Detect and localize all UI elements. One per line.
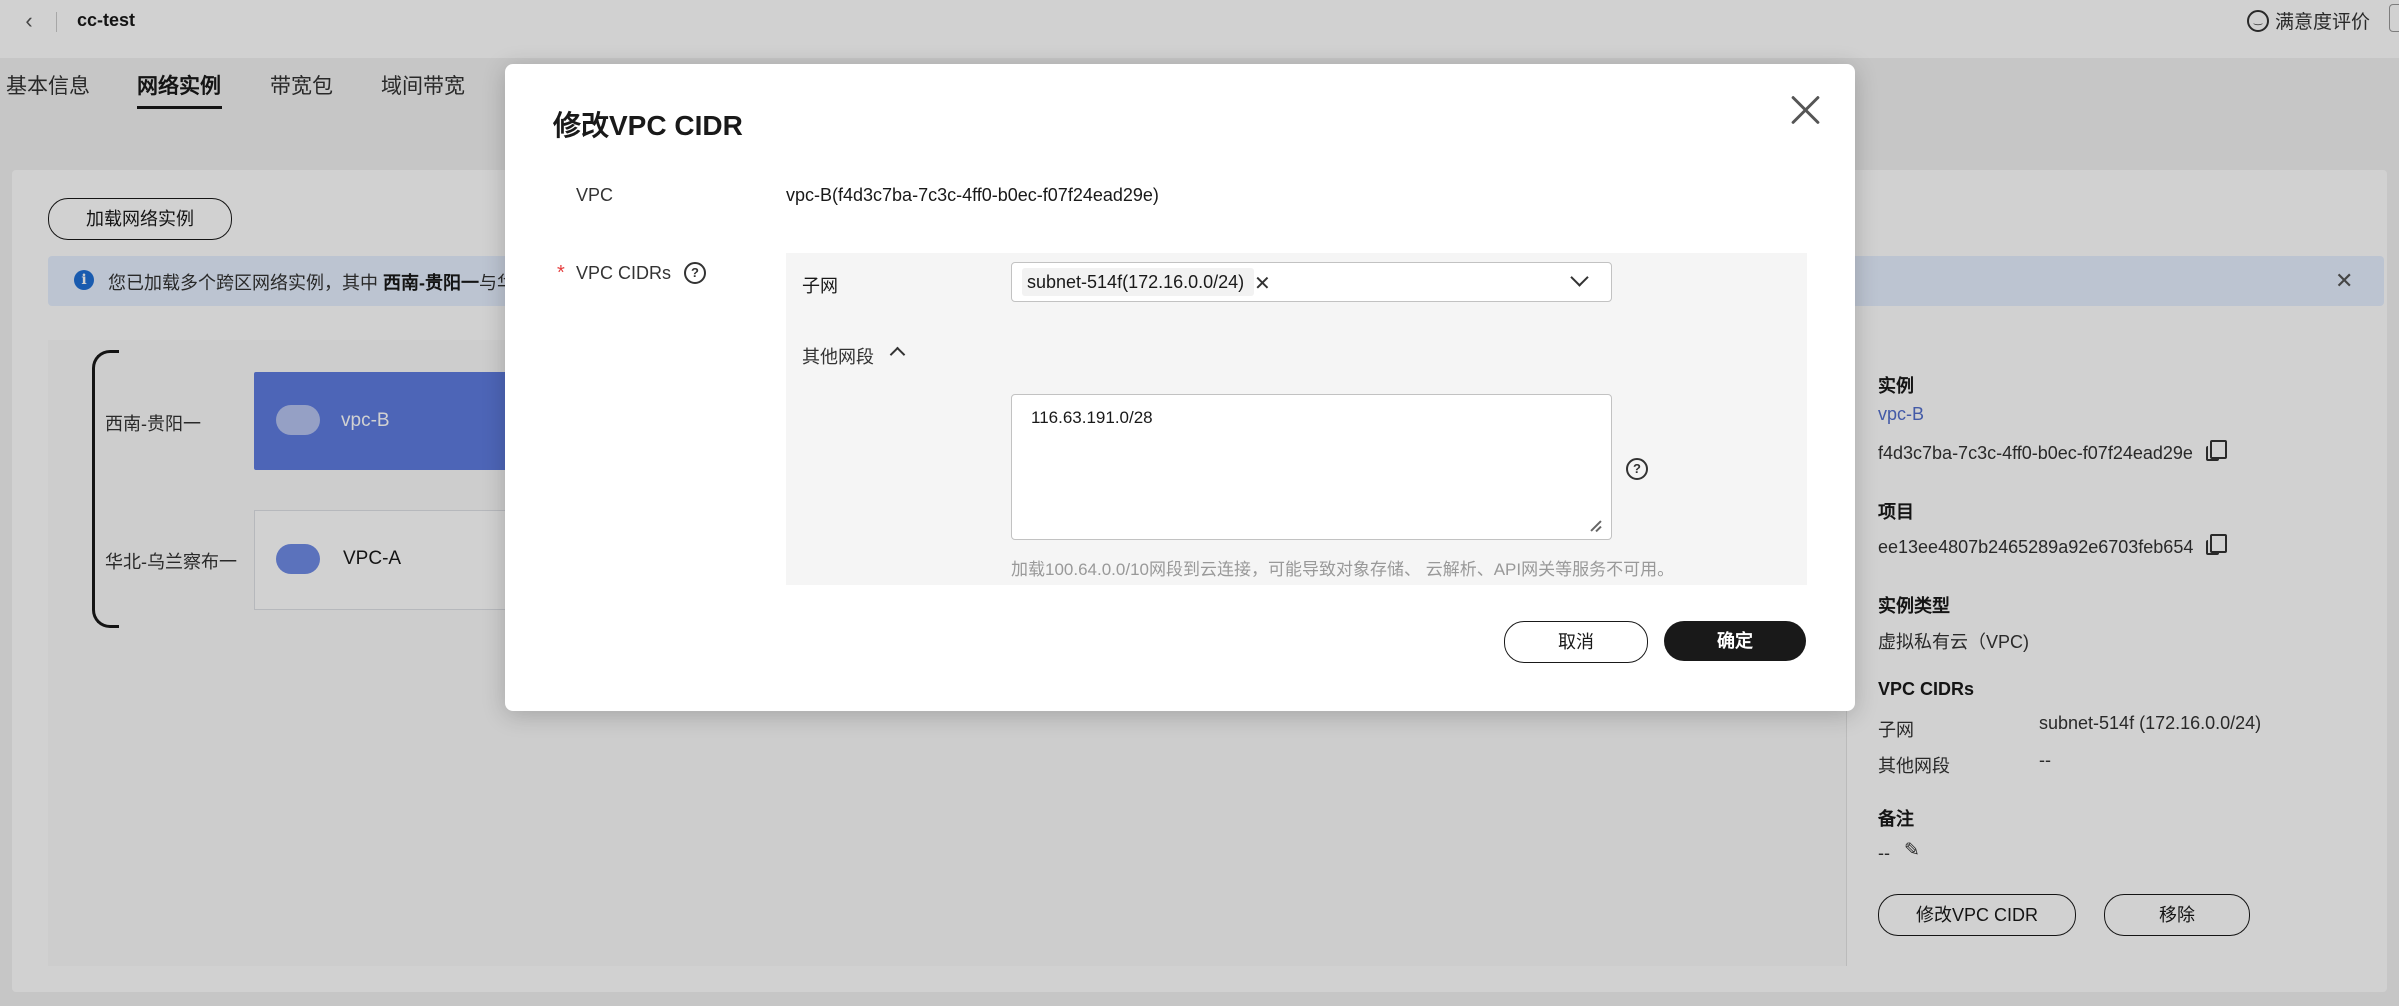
resize-handle-icon[interactable]	[1590, 520, 1602, 532]
tag-close-icon[interactable]: ✕	[1254, 271, 1271, 296]
vpc-label: VPC	[576, 185, 614, 205]
close-icon[interactable]	[1788, 94, 1822, 128]
other-cidr-value: 116.63.191.0/28	[1031, 408, 1153, 427]
help-icon[interactable]: ?	[684, 262, 706, 284]
dialog-title: 修改VPC CIDR	[553, 110, 743, 141]
vpc-cidrs-label: VPC CIDRs	[576, 263, 672, 283]
vpc-value: vpc-B(f4d3c7ba-7c3c-4ff0-b0ec-f07f24ead2…	[786, 185, 1159, 205]
required-mark: *	[557, 262, 565, 284]
cidr-hint: 加载100.64.0.0/10网段到云连接，可能导致对象存储、 云解析、API网…	[1011, 560, 1675, 579]
other-cidr-toggle[interactable]: 其他网段	[802, 343, 874, 369]
confirm-button[interactable]: 确定	[1664, 621, 1806, 661]
subnet-tag: subnet-514f(172.16.0.0/24)	[1022, 268, 1255, 296]
cancel-button[interactable]: 取消	[1504, 621, 1648, 663]
help-icon[interactable]: ?	[1626, 458, 1648, 480]
subnet-field-label: 子网	[802, 276, 838, 296]
